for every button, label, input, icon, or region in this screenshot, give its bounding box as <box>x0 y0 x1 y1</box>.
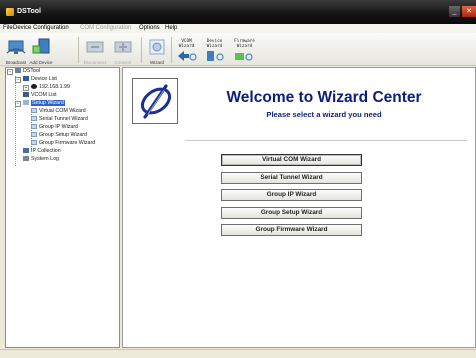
system-log-icon <box>23 156 29 162</box>
tree-label: DSTool <box>23 68 41 74</box>
wizard-page-icon <box>31 116 37 122</box>
setup-wizard-icon <box>23 100 29 106</box>
group-setup-wizard-button[interactable]: Group Setup Wizard <box>221 207 362 219</box>
toolbar-separator <box>171 37 172 63</box>
tree-label: Group IP Wizard <box>39 124 79 130</box>
wizard-center-panel: Welcome to Wizard Center Please select a… <box>122 67 476 348</box>
add-device-label: Add Device <box>29 60 53 65</box>
connect-icon <box>114 41 132 53</box>
wizard-page-icon <box>31 140 37 146</box>
menu-bar: File Device Configuration COM Configurat… <box>0 24 476 33</box>
tree-label: Device List <box>31 76 57 82</box>
group-ip-wizard-button[interactable]: Group IP Wizard <box>221 189 362 201</box>
tree-item-device-list[interactable]: Device List <box>23 76 57 83</box>
broadcast-label: Broadcast <box>5 60 27 65</box>
device-wizard-button[interactable]: Device Wizard <box>201 35 228 65</box>
tree-label: VCOM List <box>31 92 57 98</box>
tree-label: Group Setup Wizard <box>39 132 87 138</box>
page-subtitle: Please select a wizard you need <box>266 110 382 119</box>
tree-item-serial-tunnel-wizard[interactable]: Serial Tunnel Wizard <box>31 116 88 123</box>
window-title: DSTool <box>17 8 41 15</box>
title-bar[interactable]: DSTool _ ✕ <box>0 0 476 24</box>
status-bar <box>0 349 476 358</box>
broadcast-icon <box>6 40 26 54</box>
menu-help[interactable]: Help <box>165 25 177 31</box>
vcom-wizard-button[interactable]: VCOM Wizard <box>174 35 199 65</box>
tree-item-group-ip-wizard[interactable]: Group IP Wizard <box>31 124 78 131</box>
wizard-icon <box>149 39 165 55</box>
wizard-label: Wizard <box>149 60 164 65</box>
tree-item-ip-collection[interactable]: IP Collection <box>23 148 61 155</box>
broadcast-button[interactable]: Broadcast <box>3 35 29 65</box>
connect-label: Connect <box>114 60 132 65</box>
minimize-button[interactable]: _ <box>449 6 460 17</box>
vcom-list-icon <box>23 92 29 98</box>
tree-label: System Log <box>31 156 59 162</box>
device-wizard-label-2: Wizard <box>206 44 223 49</box>
device-list-icon <box>23 76 29 82</box>
expander-root[interactable]: − <box>7 69 13 75</box>
firmware-wizard-button[interactable]: Firmware Wizard <box>230 35 259 65</box>
wizard-page-icon <box>31 124 37 130</box>
close-button[interactable]: ✕ <box>462 6 476 17</box>
menu-options[interactable]: Options <box>139 25 160 31</box>
expander-setup-wizard[interactable]: − <box>15 101 21 107</box>
tree-label: Virtual COM Wizard <box>39 108 86 114</box>
add-device-button[interactable]: Add Device <box>29 35 53 65</box>
add-device-icon <box>32 38 50 54</box>
tree-label: Setup Wizard <box>31 100 65 106</box>
tree-item-virtual-com-wizard[interactable]: Virtual COM Wizard <box>31 108 86 115</box>
menu-device-configuration[interactable]: Device Configuration <box>13 25 69 31</box>
firmware-wizard-icon <box>235 53 253 61</box>
tree-label: 192.168.1.99 <box>39 84 70 90</box>
divider <box>185 140 467 141</box>
toolbar-separator <box>78 37 79 63</box>
menu-com-configuration[interactable]: COM Configuration <box>80 25 131 31</box>
ip-collection-icon <box>23 148 29 154</box>
serial-tunnel-wizard-button[interactable]: Serial Tunnel Wizard <box>221 172 362 184</box>
tree-label: Serial Tunnel Wizard <box>39 116 88 122</box>
wizard-page-icon <box>31 108 37 114</box>
tree-item-dstool[interactable]: DSTool <box>15 68 40 75</box>
menu-file[interactable]: File <box>3 25 13 31</box>
virtual-com-wizard-button[interactable]: Virtual COM Wizard <box>221 154 362 166</box>
tree-label: IP Collection <box>31 148 61 154</box>
device-wizard-icon <box>207 51 224 61</box>
tree-item-vcom-list[interactable]: VCOM List <box>23 92 57 99</box>
vcom-wizard-label-2: Wizard <box>178 44 195 49</box>
vcom-arrows-icon <box>178 51 197 61</box>
disconnect-button[interactable]: Disconnect <box>82 35 108 65</box>
group-firmware-wizard-button[interactable]: Group Firmware Wizard <box>221 224 362 236</box>
wizard-logo <box>132 78 178 124</box>
device-icon <box>31 84 37 90</box>
dstool-window: DSTool _ ✕ File Device Configuration COM… <box>0 0 476 358</box>
connect-button[interactable]: Connect <box>110 35 136 65</box>
expander-device[interactable]: + <box>23 85 29 91</box>
tree-item-setup-wizard[interactable]: Setup Wizard <box>23 100 65 107</box>
page-title: Welcome to Wizard Center <box>226 89 422 106</box>
app-icon <box>6 8 14 16</box>
navigation-tree[interactable]: − DSTool − Device List + 192.168.1.99 VC… <box>5 67 120 348</box>
firmware-wizard-label-2: Wizard <box>236 44 253 49</box>
wizard-page-icon <box>31 132 37 138</box>
tree-item-system-log[interactable]: System Log <box>23 156 59 163</box>
toolbar: Broadcast Add Device Disconnect Connect <box>0 33 476 66</box>
wizard-logo-icon <box>140 84 172 119</box>
tree-item-group-setup-wizard[interactable]: Group Setup Wizard <box>31 132 87 139</box>
wizard-button[interactable]: Wizard <box>145 35 169 65</box>
computer-icon <box>15 68 21 74</box>
tree-label: Group Firmware Wizard <box>39 140 96 146</box>
tree-item-device-ip[interactable]: 192.168.1.99 <box>31 84 70 91</box>
disconnect-label: Disconnect <box>83 60 107 65</box>
toolbar-separator <box>141 37 142 63</box>
expander-device-list[interactable]: − <box>15 77 21 83</box>
tree-item-group-firmware-wizard[interactable]: Group Firmware Wizard <box>31 140 95 147</box>
disconnect-icon <box>86 41 104 53</box>
